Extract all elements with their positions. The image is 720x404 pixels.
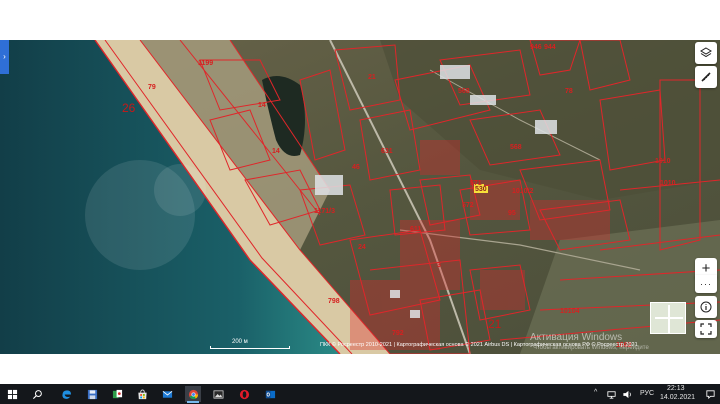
label-parcel-798: 798	[328, 298, 340, 305]
ruler-button[interactable]	[695, 66, 717, 88]
windows-taskbar: ^ РУС 22:13 14.02.2021	[0, 384, 720, 404]
taskbar-outlook[interactable]	[262, 386, 278, 402]
network-icon	[606, 390, 616, 399]
speaker-icon	[622, 390, 631, 398]
opera-icon	[239, 389, 249, 399]
label-parcel-14b: 14	[272, 148, 280, 155]
info-icon	[700, 301, 712, 313]
scale-line	[210, 346, 290, 349]
taskbar-store[interactable]	[134, 386, 150, 402]
label-parcel-946: 946	[530, 44, 542, 51]
label-parcel-1010-2: 1010/2	[512, 188, 534, 195]
windows-activation-title: Активация Windows	[530, 332, 623, 343]
label-parcel-24: 24	[358, 244, 366, 251]
label-parcel-14a: 14	[258, 102, 266, 109]
mail-icon	[162, 390, 172, 398]
search-button[interactable]	[29, 386, 45, 402]
minimap-road	[668, 305, 670, 333]
windows-icon	[7, 389, 17, 399]
taskbar-solitaire[interactable]	[109, 386, 125, 402]
fullscreen-icon	[700, 323, 712, 335]
label-parcel-21-low: 21	[488, 317, 502, 331]
avito-watermark-circle-small	[154, 164, 206, 216]
top-blank-band	[0, 0, 720, 40]
label-parcel-1010-side: 1010	[660, 180, 676, 187]
tray-language[interactable]: РУС	[640, 390, 654, 397]
tray-notifications[interactable]	[702, 386, 718, 402]
screen: 26 1199 79 14 14 21 568 568 631 1171/3 1…	[0, 0, 720, 404]
chrome-icon	[188, 389, 198, 399]
label-parcel-10104: 10104	[560, 308, 580, 315]
label-parcel-1010-top: 1010	[655, 158, 671, 165]
start-button[interactable]	[4, 386, 20, 402]
tray-show-hidden-button[interactable]: ^	[594, 389, 597, 396]
label-parcel-530: 530	[474, 186, 488, 193]
label-parcel-792: 792	[392, 330, 404, 337]
label-parcel-611: 611	[410, 226, 422, 233]
label-parcel-944: 944	[544, 44, 556, 51]
label-parcel-1171-3: 1171/3	[314, 208, 336, 215]
photos-icon	[213, 389, 223, 399]
tray-date[interactable]: 14.02.2021	[660, 394, 695, 401]
label-parcel-79: 79	[148, 84, 156, 91]
chevron-right-icon: ›	[3, 52, 6, 61]
label-district-26: 26	[122, 101, 136, 115]
taskbar-chrome[interactable]	[185, 386, 201, 403]
fullscreen-button[interactable]	[695, 320, 717, 338]
more-options-button[interactable]: ···	[695, 275, 717, 293]
edge-icon	[61, 389, 71, 399]
label-parcel-1199: 1199	[198, 60, 214, 67]
label-parcel-568a: 568	[458, 88, 470, 95]
tray-time[interactable]: 22:13	[667, 385, 685, 392]
label-parcel-95: 95	[508, 210, 516, 217]
outlook-icon	[265, 390, 275, 398]
label-parcel-21: 21	[368, 74, 376, 81]
bottom-blank-band	[0, 354, 720, 384]
satellite-imagery[interactable]	[0, 40, 720, 354]
label-parcel-78: 78	[565, 88, 573, 95]
scale-bar: 200 м	[210, 339, 290, 349]
tray-network[interactable]	[603, 386, 619, 402]
taskbar-mail[interactable]	[159, 386, 175, 402]
label-parcel-46: 46	[352, 164, 360, 171]
cadastral-map[interactable]: 26 1199 79 14 14 21 568 568 631 1171/3 1…	[0, 40, 720, 354]
windows-activation-subtitle: Чтобы активировать Windows, перейдите	[533, 345, 649, 351]
taskbar-photos[interactable]	[210, 386, 226, 402]
floppy-icon	[87, 389, 97, 399]
taskbar-opera[interactable]	[236, 386, 252, 402]
label-parcel-3: 3	[437, 262, 441, 269]
search-icon	[32, 389, 42, 399]
label-parcel-631: 631	[381, 148, 393, 155]
taskbar-save-app[interactable]	[84, 386, 100, 402]
ruler-icon	[701, 72, 711, 82]
label-parcel-572: 572	[462, 202, 474, 209]
label-parcel-571: 571	[470, 180, 482, 187]
notification-icon	[705, 389, 715, 399]
layers-button[interactable]	[695, 42, 717, 64]
store-icon	[137, 389, 147, 399]
info-button[interactable]	[695, 296, 717, 318]
scale-label: 200 м	[232, 339, 248, 345]
cards-icon	[112, 389, 122, 398]
tray-volume[interactable]	[619, 386, 635, 402]
taskbar-edge[interactable]	[58, 386, 74, 402]
sidebar-toggle-button[interactable]: ›	[0, 40, 9, 74]
label-parcel-568b: 568	[510, 144, 522, 151]
overview-minimap[interactable]	[650, 302, 686, 334]
layers-icon	[700, 47, 712, 58]
